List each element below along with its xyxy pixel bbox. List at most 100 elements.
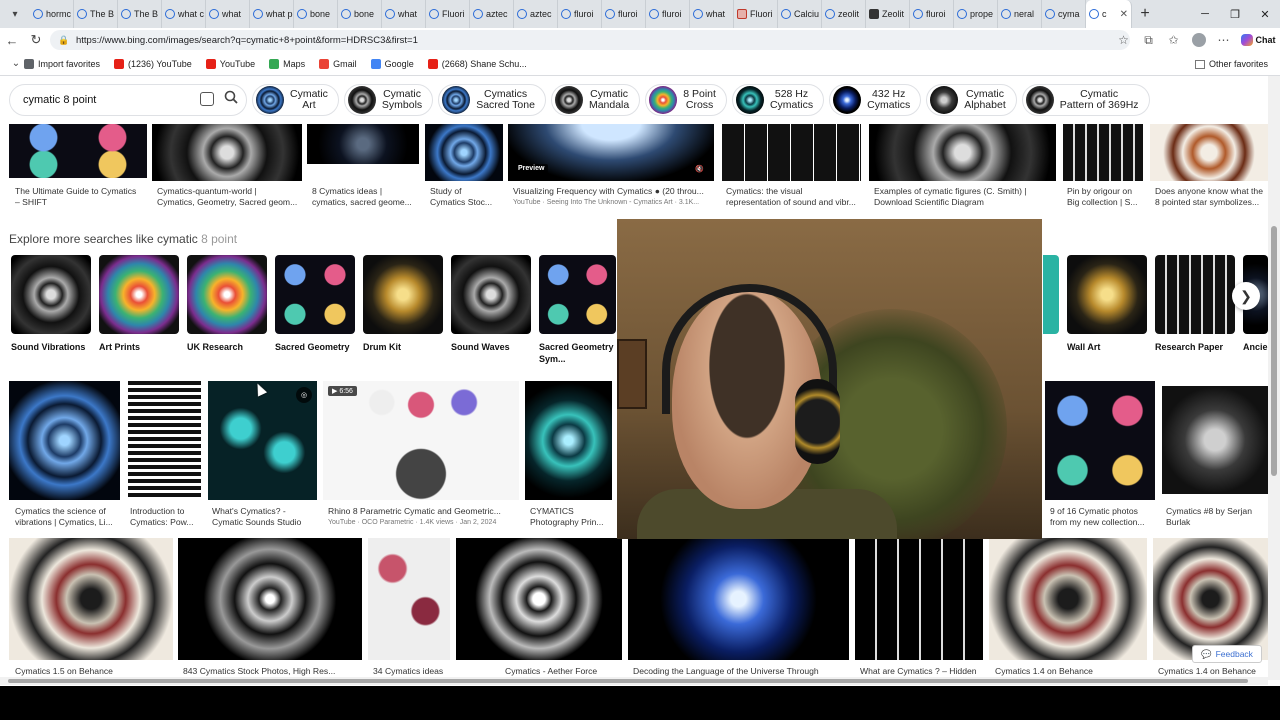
explore-label[interactable]: Research Paper	[1155, 341, 1243, 353]
close-window-icon[interactable]: ✕	[1250, 0, 1280, 28]
browser-tab[interactable]: fluroi	[910, 0, 954, 28]
explore-label[interactable]: Sacred Geometry Sym...	[539, 341, 624, 365]
result-image[interactable]	[628, 538, 849, 660]
bookmark-item[interactable]: (2668) Shane Schu...	[427, 58, 527, 69]
result-image[interactable]: ◎	[208, 381, 317, 500]
browser-tab[interactable]: what p	[250, 0, 294, 28]
result-caption[interactable]: What's Cymatics? - Cymatic Sounds Studio	[212, 506, 317, 528]
browser-tab[interactable]: neral	[998, 0, 1042, 28]
more-menu-icon[interactable]: ⋯	[1211, 28, 1236, 52]
browser-tab[interactable]: bone	[294, 0, 338, 28]
result-image[interactable]	[368, 538, 450, 660]
browser-tab[interactable]: what	[206, 0, 250, 28]
explore-thumbnail[interactable]	[187, 255, 267, 334]
related-search-chip[interactable]: Cymatic Symbols	[343, 84, 434, 116]
related-search-chip[interactable]: Cymatic Mandala	[550, 84, 641, 116]
result-caption[interactable]: 8 Cymatics ideas | cymatics, sacred geome…	[312, 186, 424, 208]
result-image[interactable]	[869, 124, 1056, 181]
related-search-chip[interactable]: Cymatics Sacred Tone	[438, 84, 546, 116]
result-caption[interactable]: Examples of cymatic figures (C. Smith) |…	[874, 186, 1064, 208]
result-image[interactable]	[1153, 538, 1268, 660]
result-caption[interactable]: Cymatics #8 by Serjan Burlak	[1166, 506, 1268, 528]
explore-thumbnail[interactable]	[1155, 255, 1235, 334]
result-image[interactable]	[152, 124, 302, 181]
browser-tab[interactable]: zeolit	[822, 0, 866, 28]
related-search-chip[interactable]: 8 Point Cross	[645, 84, 727, 116]
explore-thumbnail[interactable]	[275, 255, 355, 334]
explore-thumbnail[interactable]	[11, 255, 91, 334]
explore-thumbnail[interactable]	[451, 255, 531, 334]
bookmark-item[interactable]: Google	[370, 58, 414, 69]
browser-tab[interactable]: fluroi	[646, 0, 690, 28]
result-caption[interactable]: Visualizing Frequency with Cymatics ● (2…	[513, 186, 718, 208]
result-caption[interactable]: 9 of 16 Cymatic photos from my new collec…	[1050, 506, 1165, 528]
related-search-chip[interactable]: Cymatic Art	[252, 84, 339, 116]
visual-search-overlay-icon[interactable]: ◎	[296, 387, 312, 403]
new-tab-button[interactable]: +	[1132, 0, 1158, 28]
browser-tab[interactable]: The B	[74, 0, 118, 28]
result-image[interactable]	[721, 124, 861, 181]
horizontal-scrollbar[interactable]	[0, 677, 1268, 685]
result-image[interactable]	[989, 538, 1147, 660]
related-search-chip[interactable]: 528 Hz Cymatics	[731, 84, 825, 116]
mute-icon[interactable]: 🔇	[691, 164, 708, 174]
bookmark-item[interactable]: YouTube	[205, 58, 255, 69]
vertical-scrollbar[interactable]	[1268, 76, 1280, 680]
browser-tab[interactable]: Zeolit	[866, 0, 910, 28]
browser-tab[interactable]: prope	[954, 0, 998, 28]
explore-label[interactable]: Drum Kit	[363, 341, 451, 353]
feedback-button[interactable]: 💬 Feedback	[1192, 645, 1262, 663]
browser-tab[interactable]: fluroi	[602, 0, 646, 28]
result-caption[interactable]: Cymatics 1.4 on Behance	[995, 666, 1150, 677]
explore-thumbnail[interactable]	[1067, 255, 1147, 334]
result-caption[interactable]: The Ultimate Guide to Cymatics – SHIFT	[15, 186, 150, 208]
split-screen-icon[interactable]: ⧉	[1136, 28, 1161, 52]
explore-thumbnail[interactable]	[363, 255, 443, 334]
result-image[interactable]	[9, 538, 173, 660]
result-caption[interactable]: Introduction to Cymatics: Pow...	[130, 506, 205, 528]
bookmark-item[interactable]: Gmail	[319, 58, 357, 69]
result-image[interactable]	[525, 381, 612, 500]
explore-label[interactable]: Art Prints	[99, 341, 187, 353]
result-caption[interactable]: Cymatics 1.5 on Behance	[15, 666, 175, 677]
result-image[interactable]	[855, 538, 983, 660]
result-caption[interactable]: 34 Cymatics ideas	[373, 666, 453, 677]
browser-tab[interactable]: bone	[338, 0, 382, 28]
result-image[interactable]	[307, 124, 419, 164]
browser-tab[interactable]: Calciu	[778, 0, 822, 28]
browser-tab[interactable]: Fluori	[734, 0, 778, 28]
search-icon[interactable]	[224, 90, 238, 104]
explore-label[interactable]: Sound Vibrations	[11, 341, 99, 353]
restore-icon[interactable]: ❐	[1220, 0, 1250, 28]
result-caption[interactable]: Decoding the Language of the Universe Th…	[633, 666, 848, 677]
result-caption[interactable]: Cymatics-quantum-world | Cymatics, Geomet…	[157, 186, 307, 208]
result-caption[interactable]: Cymatics - Aether Force	[505, 666, 625, 677]
result-caption[interactable]: Cymatics: the visual representation of so…	[726, 186, 866, 208]
browser-tab[interactable]: c ✕	[1086, 0, 1132, 28]
profile-avatar[interactable]	[1186, 28, 1211, 52]
explore-label[interactable]: UK Research	[187, 341, 275, 353]
result-caption[interactable]: Pin by origour on Big collection | S...	[1067, 186, 1149, 208]
result-image[interactable]	[128, 381, 201, 500]
result-image[interactable]	[9, 124, 147, 178]
video-thumbnail[interactable]: ▶ 6:56	[323, 381, 519, 500]
minimize-icon[interactable]: ─	[1190, 0, 1220, 28]
related-search-chip[interactable]: Cymatic Alphabet	[926, 84, 1017, 116]
reload-icon[interactable]: ↻	[24, 28, 48, 52]
search-input[interactable]: cymatic 8 point	[23, 94, 96, 106]
result-caption[interactable]: Cymatics 1.4 on Behance	[1158, 666, 1268, 677]
favorite-star-icon[interactable]: ☆	[1111, 28, 1136, 52]
result-image[interactable]	[1150, 124, 1268, 181]
close-tab-icon[interactable]: ✕	[1120, 9, 1128, 20]
browser-tab[interactable]: what	[382, 0, 426, 28]
video-thumbnail[interactable]: Preview 🔇	[508, 124, 714, 181]
bookmark-item[interactable]: (1236) YouTube	[114, 58, 192, 69]
back-icon[interactable]: ←	[0, 28, 24, 52]
browser-tab[interactable]: what c	[162, 0, 206, 28]
explore-label[interactable]: Sacred Geometry	[275, 341, 363, 353]
explore-label[interactable]: Sound Waves	[451, 341, 539, 353]
result-caption[interactable]: What are Cymatics ? – Hidden	[860, 666, 985, 677]
browser-tab[interactable]: fluroi	[558, 0, 602, 28]
favorites-icon[interactable]: ✩	[1161, 28, 1186, 52]
explore-thumbnail[interactable]	[539, 255, 616, 334]
